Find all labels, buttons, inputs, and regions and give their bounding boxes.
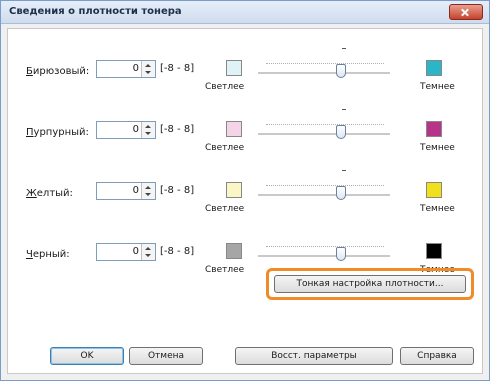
slider-ticks xyxy=(266,124,384,128)
black-light-label: Светлее xyxy=(205,265,245,275)
black-label: Черный: xyxy=(26,249,70,260)
cyan-spin-buttons[interactable] xyxy=(141,61,155,77)
cyan-slider-thumb[interactable] xyxy=(336,64,346,78)
magenta-value[interactable]: 0 xyxy=(133,124,139,135)
magenta-spinbox[interactable]: 0 xyxy=(96,121,156,139)
spin-up-icon[interactable] xyxy=(145,64,151,67)
black-range: [-8 - 8] xyxy=(160,246,195,257)
spin-up-icon[interactable] xyxy=(145,125,151,128)
cyan-slider-track[interactable] xyxy=(258,72,390,75)
slider-ticks xyxy=(266,63,384,67)
row-yellow: Желтый: 0 [-8 - 8] Светлее Темнее xyxy=(8,170,482,222)
magenta-dark-label: Темнее xyxy=(420,143,455,153)
yellow-spin-buttons[interactable] xyxy=(141,183,155,199)
help-button[interactable]: Справка xyxy=(400,347,474,365)
yellow-light-swatch xyxy=(226,182,242,198)
magenta-light-label: Светлее xyxy=(205,143,245,153)
black-spinbox[interactable]: 0 xyxy=(96,243,156,261)
spin-down-icon[interactable] xyxy=(145,71,151,74)
magenta-light-swatch xyxy=(226,121,242,137)
yellow-value[interactable]: 0 xyxy=(133,185,139,196)
center-marker xyxy=(342,170,346,171)
cyan-dark-label: Темнее xyxy=(420,82,455,92)
toner-density-dialog: Сведения о плотности тонера Бирюзовый: 0… xyxy=(0,0,490,381)
cyan-value[interactable]: 0 xyxy=(133,63,139,74)
yellow-dark-swatch xyxy=(426,182,442,198)
ok-button[interactable]: OK xyxy=(50,347,124,365)
center-marker xyxy=(342,48,346,49)
yellow-spinbox[interactable]: 0 xyxy=(96,182,156,200)
row-cyan: Бирюзовый: 0 [-8 - 8] Светлее Темнее xyxy=(8,48,482,100)
spin-up-icon[interactable] xyxy=(145,247,151,250)
spin-down-icon[interactable] xyxy=(145,193,151,196)
yellow-label: Желтый: xyxy=(26,188,73,199)
yellow-light-label: Светлее xyxy=(205,204,245,214)
magenta-dark-swatch xyxy=(426,121,442,137)
magenta-spin-buttons[interactable] xyxy=(141,122,155,138)
spin-down-icon[interactable] xyxy=(145,254,151,257)
black-value[interactable]: 0 xyxy=(133,246,139,257)
cyan-dark-swatch xyxy=(426,60,442,76)
cyan-spinbox[interactable]: 0 xyxy=(96,60,156,78)
black-slider-track[interactable] xyxy=(258,255,390,258)
cyan-range: [-8 - 8] xyxy=(160,63,195,74)
window-title: Сведения о плотности тонера xyxy=(9,6,182,17)
spin-down-icon[interactable] xyxy=(145,132,151,135)
magenta-slider-thumb[interactable] xyxy=(336,125,346,139)
density-panel: Бирюзовый: 0 [-8 - 8] Светлее Темнее Пур… xyxy=(7,28,483,374)
yellow-slider-track[interactable] xyxy=(258,194,390,197)
restore-defaults-button[interactable]: Восст. параметры xyxy=(235,347,393,365)
cyan-label: Бирюзовый: xyxy=(26,66,90,77)
magenta-label: Пурпурный: xyxy=(26,127,89,138)
slider-ticks xyxy=(266,185,384,189)
cyan-light-label: Светлее xyxy=(205,82,245,92)
center-marker xyxy=(342,109,346,110)
close-button[interactable] xyxy=(449,4,483,20)
row-magenta: Пурпурный: 0 [-8 - 8] Светлее Темнее xyxy=(8,109,482,161)
black-spin-buttons[interactable] xyxy=(141,244,155,260)
title-bar: Сведения о плотности тонера xyxy=(1,1,489,24)
yellow-slider-thumb[interactable] xyxy=(336,186,346,200)
cyan-light-swatch xyxy=(226,60,242,76)
black-dark-swatch xyxy=(426,243,442,259)
slider-ticks xyxy=(266,246,384,250)
yellow-dark-label: Темнее xyxy=(420,204,455,214)
magenta-range: [-8 - 8] xyxy=(160,124,195,135)
black-light-swatch xyxy=(226,243,242,259)
yellow-range: [-8 - 8] xyxy=(160,185,195,196)
spin-up-icon[interactable] xyxy=(145,186,151,189)
black-slider-thumb[interactable] xyxy=(336,247,346,261)
fine-tune-density-button[interactable]: Тонкая настройка плотности... xyxy=(274,275,466,293)
cancel-button[interactable]: Отмена xyxy=(129,347,203,365)
magenta-slider-track[interactable] xyxy=(258,133,390,136)
